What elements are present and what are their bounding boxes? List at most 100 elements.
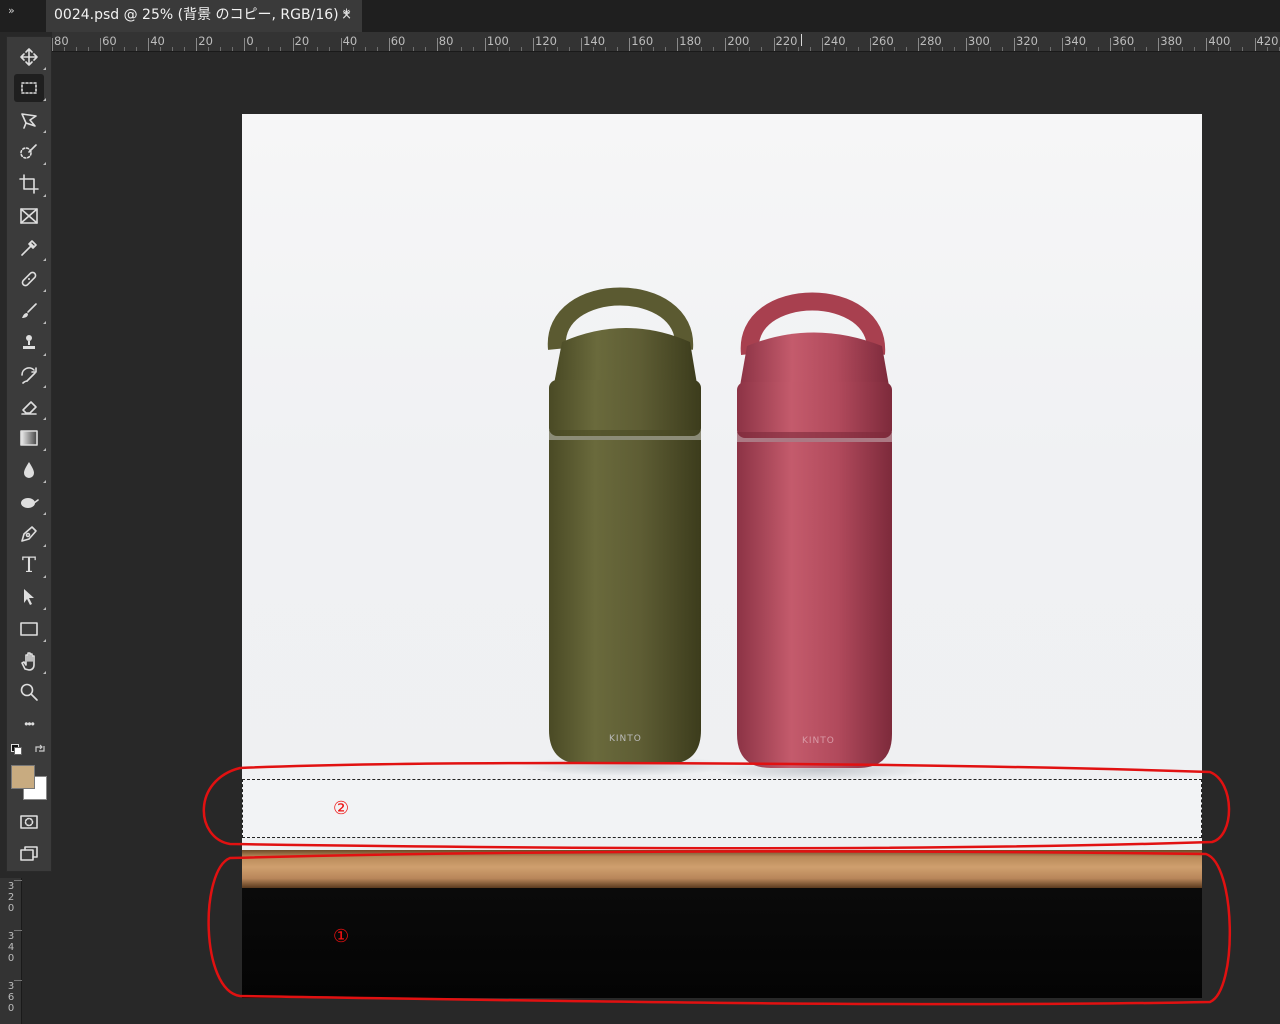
- ruler-minor-tick: [256, 47, 258, 51]
- ruler-minor-tick: [809, 47, 811, 51]
- ruler-minor-tick: [412, 47, 414, 51]
- type-tool[interactable]: T: [14, 551, 46, 579]
- path-selection-tool[interactable]: [14, 583, 46, 611]
- horizontal-ruler[interactable]: 80 60 40 20 0 20 40 60 80 100 120 140 160 180 200 220 24…: [52, 32, 1280, 52]
- pen-tool[interactable]: [14, 520, 46, 548]
- eyedropper-tool[interactable]: [14, 234, 46, 262]
- arrow-icon: [24, 589, 34, 605]
- brush-tool[interactable]: [14, 297, 46, 325]
- screen-mode-button[interactable]: [14, 840, 44, 868]
- ruler-minor-tick: [160, 47, 162, 51]
- healing-brush-tool[interactable]: [14, 265, 46, 293]
- document-title: 0024.psd @ 25% (背景 のコピー, RGB/16) *: [54, 7, 351, 23]
- ruler-minor-tick: [112, 47, 114, 51]
- tools-panel: T •••: [6, 36, 52, 872]
- ruler-minor-tick: [76, 47, 78, 51]
- quick-selection-tool[interactable]: [14, 138, 46, 166]
- ruler-major-tick: [52, 38, 53, 51]
- flyout-indicator: [43, 67, 46, 70]
- bandage-icon: [21, 271, 37, 287]
- ruler-label: 60: [390, 34, 406, 48]
- ruler-minor-tick: [352, 47, 354, 51]
- lasso-icon: [21, 113, 37, 129]
- quick-selection-icon: [20, 144, 37, 159]
- rectangle-tool[interactable]: [14, 615, 46, 643]
- marquee-selection[interactable]: [242, 779, 1202, 838]
- flyout-indicator: [43, 417, 46, 420]
- annotation-number-1: ①: [333, 926, 350, 947]
- ruler-minor-tick: [593, 47, 595, 51]
- vruler-label: 6: [7, 992, 15, 1003]
- panel-collapse-button[interactable]: »: [8, 4, 30, 20]
- foreground-color-swatch[interactable]: [11, 765, 35, 789]
- ruler-minor-tick: [785, 47, 787, 51]
- stamp-icon: [23, 335, 35, 349]
- ruler-major-tick: [1014, 38, 1015, 51]
- crop-tool[interactable]: [14, 170, 46, 198]
- ruler-minor-tick: [1001, 47, 1003, 51]
- document-tab-bar: » 0024.psd @ 25% (背景 のコピー, RGB/16) * ×: [0, 0, 1280, 32]
- ruler-minor-tick: [641, 47, 643, 51]
- ruler-minor-tick: [857, 47, 859, 51]
- ruler-minor-tick: [845, 47, 847, 51]
- ruler-label: 20: [294, 34, 310, 48]
- ruler-label: 160: [631, 34, 654, 48]
- ruler-minor-tick: [1134, 47, 1136, 51]
- frame-tool[interactable]: [14, 202, 44, 230]
- frame-icon: [20, 208, 38, 224]
- ruler-label: 380: [1160, 34, 1183, 48]
- close-tab-icon[interactable]: ×: [341, 0, 352, 31]
- edit-toolbar-button[interactable]: •••: [14, 710, 44, 738]
- ruler-minor-tick: [1038, 47, 1040, 51]
- ruler-minor-tick: [136, 47, 138, 51]
- ruler-minor-tick: [496, 47, 498, 51]
- ruler-label: 40: [150, 34, 165, 48]
- hand-tool[interactable]: [14, 647, 46, 675]
- ruler-minor-tick: [689, 47, 691, 51]
- dodge-tool[interactable]: [14, 488, 46, 516]
- ruler-minor-tick: [989, 47, 991, 51]
- rectangular-marquee-tool[interactable]: [14, 74, 46, 102]
- ruler-minor-tick: [424, 47, 426, 51]
- ruler-major-tick: [1110, 38, 1112, 51]
- quick-mask-icon: [20, 815, 38, 829]
- ruler-major-tick: [725, 38, 727, 51]
- document-canvas[interactable]: KINTO KINTO: [242, 114, 1202, 998]
- pen-icon: [21, 526, 37, 542]
- ruler-minor-tick: [268, 47, 270, 51]
- vruler-tick: [14, 880, 22, 881]
- history-brush-tool[interactable]: [14, 361, 46, 389]
- ruler-label: 80: [438, 34, 454, 48]
- ruler-minor-tick: [508, 47, 510, 51]
- default-colors-icon[interactable]: [11, 744, 22, 755]
- swap-colors-icon[interactable]: [34, 742, 46, 754]
- move-tool[interactable]: [14, 43, 46, 71]
- zoom-tool[interactable]: [14, 678, 44, 706]
- gradient-tool[interactable]: [14, 424, 46, 452]
- ruler-major-tick: [773, 38, 775, 51]
- document-tab[interactable]: 0024.psd @ 25% (背景 のコピー, RGB/16) * ×: [46, 0, 362, 32]
- ruler-label: 120: [535, 34, 557, 48]
- eraser-tool[interactable]: [14, 393, 46, 421]
- vertical-ruler[interactable]: 320340360: [0, 878, 22, 1024]
- ruler-major-tick: [965, 38, 967, 51]
- lasso-tool[interactable]: [14, 106, 46, 134]
- ruler-minor-tick: [280, 47, 282, 51]
- blur-tool[interactable]: [14, 456, 46, 484]
- ruler-minor-tick: [905, 47, 907, 51]
- ruler-minor-tick: [208, 47, 210, 51]
- brush-icon: [22, 303, 37, 318]
- move-icon: [20, 48, 38, 66]
- flyout-indicator: [43, 385, 46, 388]
- ruler-minor-tick: [1074, 47, 1076, 51]
- clone-stamp-tool[interactable]: [14, 329, 46, 357]
- ruler-label: 40: [342, 34, 358, 48]
- ruler-minor-tick: [1146, 47, 1148, 51]
- rectangle-icon: [20, 622, 38, 636]
- flyout-indicator: [43, 258, 46, 261]
- bottle-label-right: KINTO: [802, 736, 835, 746]
- ruler-minor-tick: [605, 47, 607, 51]
- ruler-major-tick: [196, 38, 198, 51]
- ruler-label: 320: [1016, 34, 1038, 48]
- quick-mask-button[interactable]: [14, 808, 44, 836]
